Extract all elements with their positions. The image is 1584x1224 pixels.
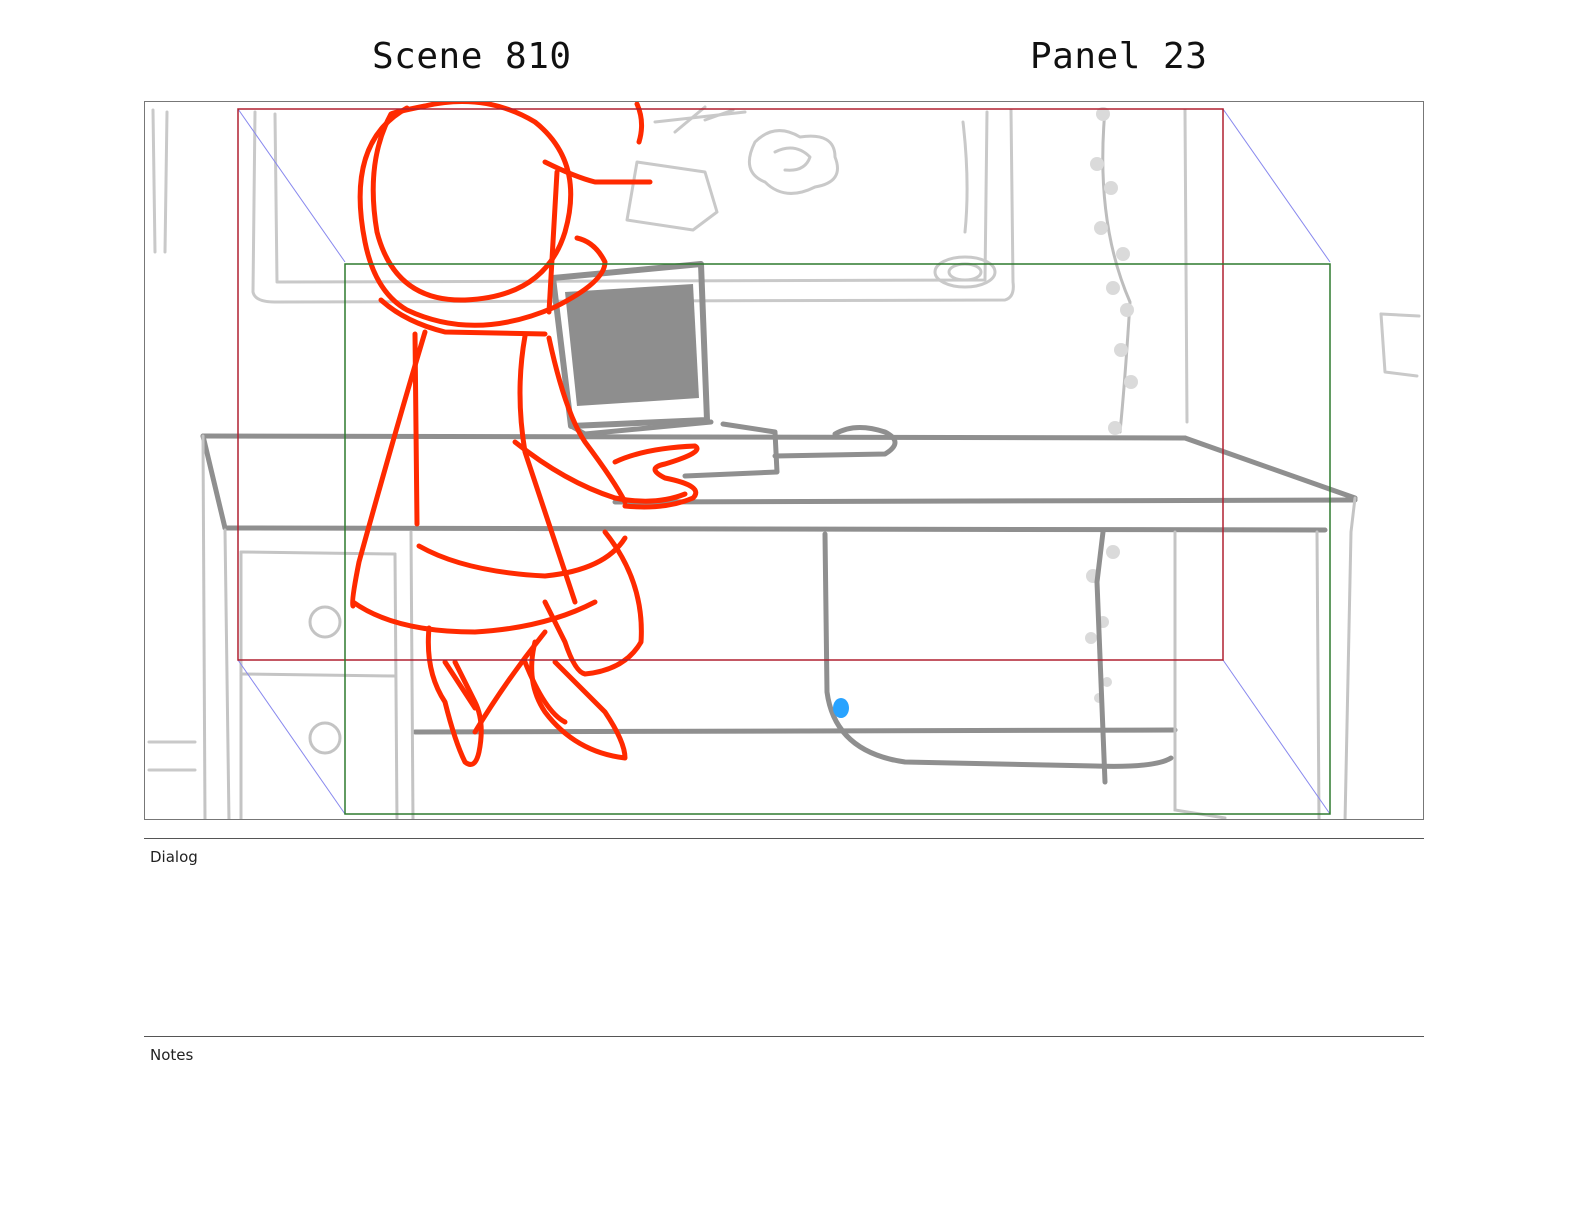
notes-label: Notes [150, 1046, 194, 1064]
desk-sketch [200, 433, 1358, 735]
dialog-label: Dialog [150, 848, 198, 866]
laptop-sketch [550, 261, 898, 479]
notes-divider [144, 1036, 1424, 1037]
scene-title: Scene 810 [372, 36, 572, 77]
panel-title: Panel 23 [1030, 36, 1208, 77]
dialog-divider [144, 838, 1424, 839]
cable-sketch [822, 529, 1174, 785]
camera-move-guides [237, 108, 1331, 815]
decor-dots [1085, 107, 1138, 703]
safe-frame-red [237, 108, 1224, 661]
storyboard-sketch [147, 102, 1421, 819]
highlight-mark [833, 698, 849, 718]
character-sketch [350, 102, 700, 767]
storyboard-panel-frame [144, 101, 1424, 820]
